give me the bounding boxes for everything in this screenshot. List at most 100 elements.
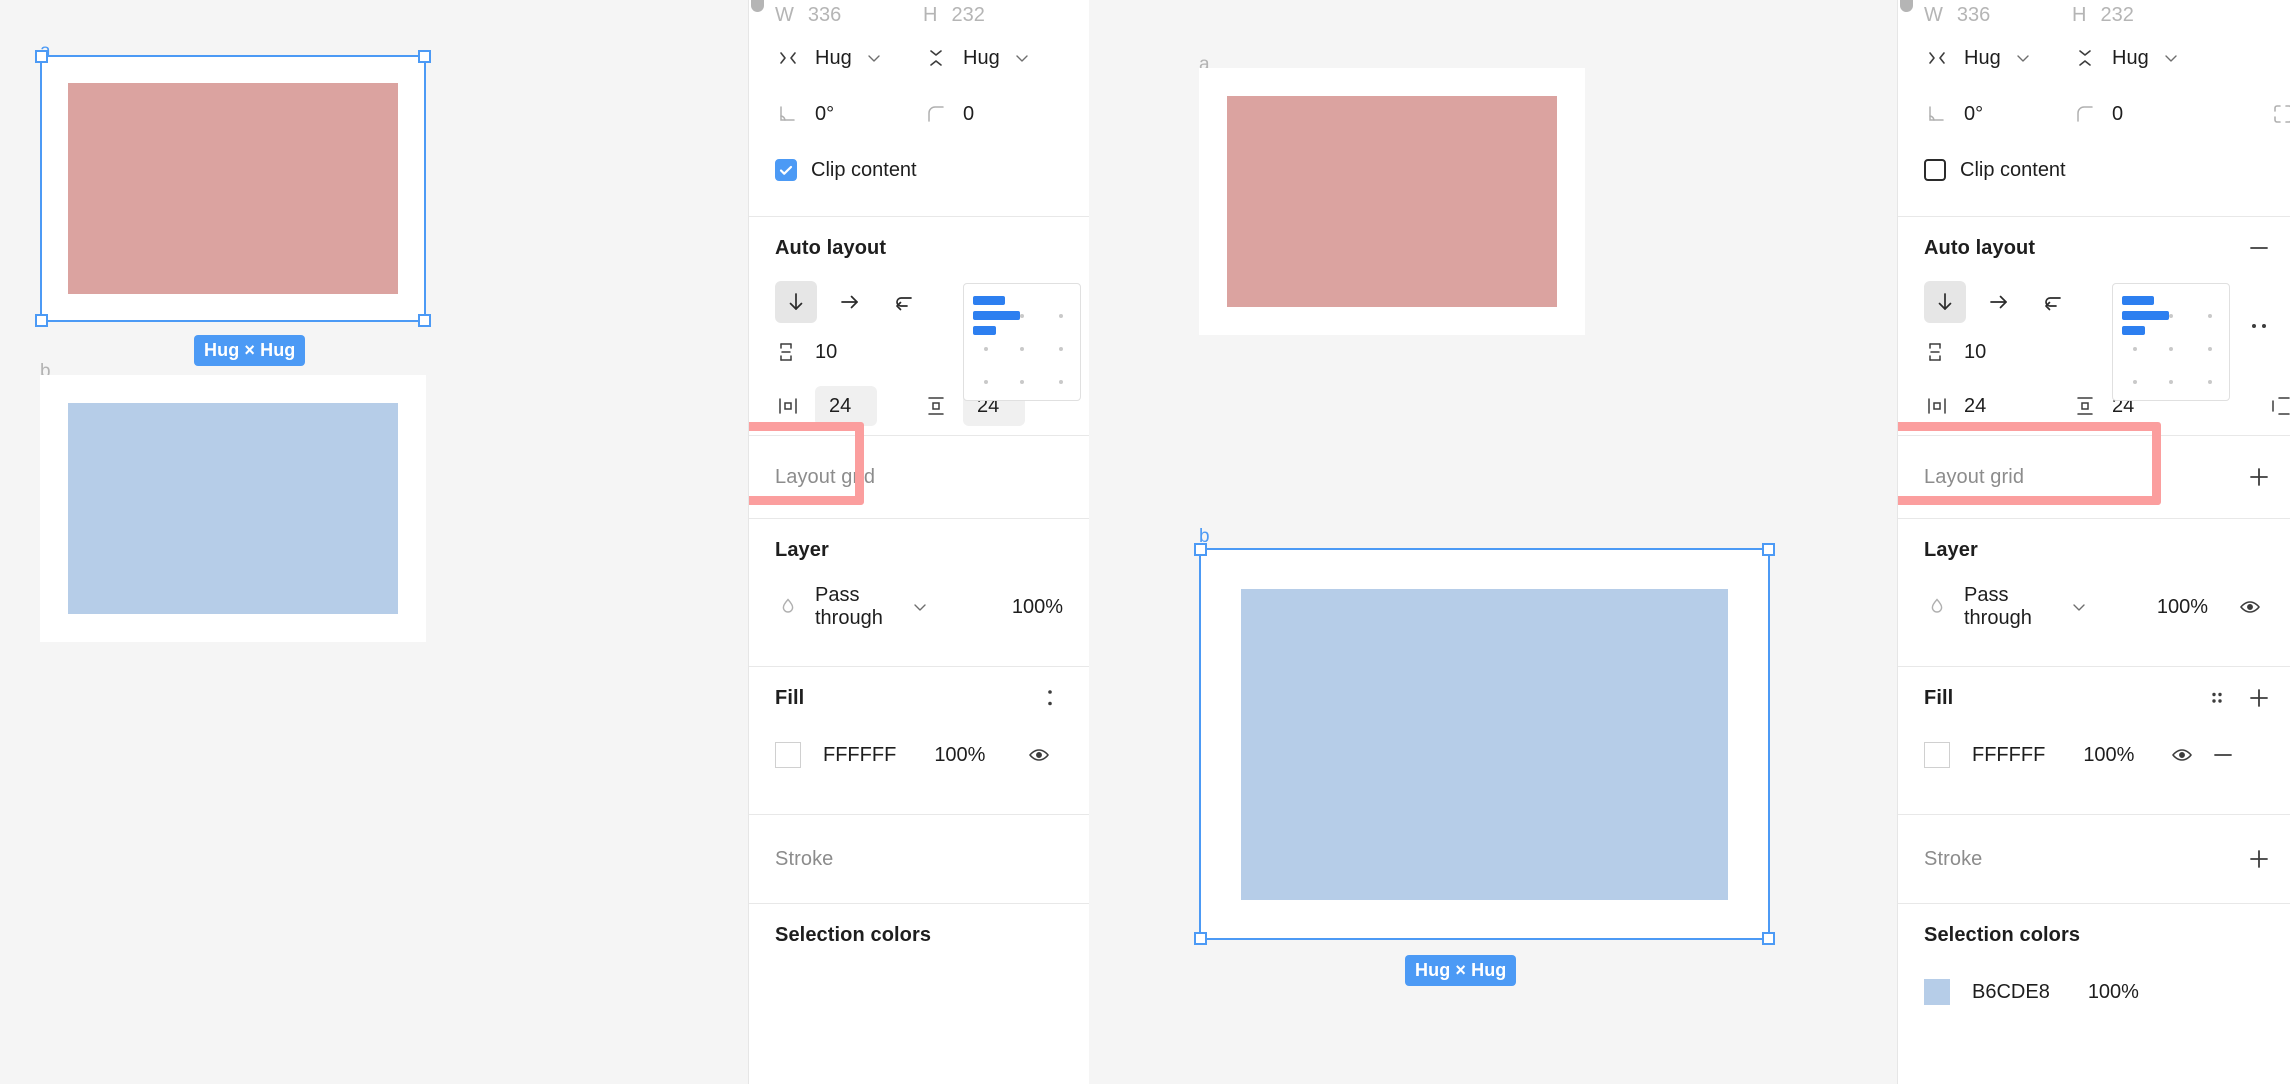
chevron-down-icon-h[interactable] xyxy=(2015,50,2031,66)
rect-blue-left[interactable] xyxy=(68,403,398,614)
vertical-resize-value[interactable]: Hug xyxy=(2112,47,2149,70)
direction-horizontal-button[interactable] xyxy=(1978,281,2020,323)
horizontal-padding-icon xyxy=(1924,393,1950,419)
remove-auto-layout-icon[interactable] xyxy=(2246,235,2272,261)
fill-opacity-value[interactable]: 100% xyxy=(934,744,985,767)
direction-vertical-button[interactable] xyxy=(775,281,817,323)
direction-vertical-button[interactable] xyxy=(1924,281,1966,323)
clip-content-checkbox[interactable] xyxy=(775,159,797,181)
rect-blue-right[interactable] xyxy=(1241,589,1728,900)
individual-padding-icon[interactable] xyxy=(2268,393,2290,419)
fill-styles-grid-icon[interactable] xyxy=(2204,685,2230,711)
remove-fill-icon[interactable] xyxy=(2210,742,2236,768)
vertical-resize-icon xyxy=(2072,45,2098,71)
corner-radius-value[interactable]: 0 xyxy=(2112,103,2123,126)
row-clip-content-right[interactable]: Clip content xyxy=(1924,142,2264,198)
section-fill-right: Fill FFFFFF 100% xyxy=(1898,667,2290,814)
frame-label-b-right[interactable]: b xyxy=(1199,527,1210,546)
horizontal-padding-input[interactable]: 24 xyxy=(1964,395,1986,418)
rotation-icon xyxy=(775,101,801,127)
height-label: H xyxy=(923,3,938,26)
properties-panel-left[interactable]: W 336 H 232 Hug Hug 0° 0 Clip content Au… xyxy=(748,0,1089,1084)
rotation-value[interactable]: 0° xyxy=(1964,103,1983,126)
fill-opacity-value[interactable]: 100% xyxy=(2083,744,2134,767)
row-transform-right: 0° 0 xyxy=(1924,86,2290,142)
frame-b-left[interactable] xyxy=(40,375,426,642)
section-layout-grid-left: Layout grid xyxy=(749,436,1089,518)
selection-color-hex[interactable]: B6CDE8 xyxy=(1972,981,2050,1004)
stroke-title: Stroke xyxy=(1924,847,1983,870)
frame-a-left[interactable] xyxy=(40,55,426,322)
fill-hex-value[interactable]: FFFFFF xyxy=(1972,744,2045,767)
chevron-down-icon-h[interactable] xyxy=(866,50,882,66)
direction-wrap-button[interactable] xyxy=(2032,281,2074,323)
independent-corners-icon[interactable] xyxy=(2270,101,2290,127)
chevron-down-icon-v[interactable] xyxy=(1014,50,1030,66)
chevron-down-icon-blend[interactable] xyxy=(2071,599,2087,615)
fill-title: Fill xyxy=(775,686,805,709)
stroke-title: Stroke xyxy=(775,847,834,870)
row-resizing-left: Hug Hug xyxy=(775,30,1063,86)
fill-hex-value[interactable]: FFFFFF xyxy=(823,744,896,767)
width-value[interactable]: 336 xyxy=(808,4,841,27)
rotation-value[interactable]: 0° xyxy=(815,103,834,126)
selection-color-swatch[interactable] xyxy=(1924,979,1950,1005)
add-stroke-icon[interactable] xyxy=(2246,846,2272,872)
fill-color-swatch[interactable] xyxy=(775,742,801,768)
fill-visibility-eye-icon[interactable] xyxy=(2170,742,2196,768)
layer-opacity-value[interactable]: 100% xyxy=(2157,596,2208,619)
blend-mode-value[interactable]: Pass through xyxy=(1964,584,2059,630)
fill-options-icon[interactable] xyxy=(1037,685,1063,711)
section-layer-right: Layer Pass through 100% xyxy=(1898,519,2290,666)
horizontal-padding-input[interactable]: 24 xyxy=(815,386,877,426)
add-fill-icon[interactable] xyxy=(2246,685,2272,711)
canvas-left[interactable]: a Hug × Hug b xyxy=(0,0,748,1084)
direction-horizontal-button[interactable] xyxy=(829,281,871,323)
width-value[interactable]: 336 xyxy=(1957,4,1990,27)
section-stroke-right: Stroke xyxy=(1898,815,2290,903)
vertical-resize-value[interactable]: Hug xyxy=(963,47,1000,70)
add-layout-grid-icon[interactable] xyxy=(2246,464,2272,490)
blend-mode-value[interactable]: Pass through xyxy=(815,584,900,630)
layer-title: Layer xyxy=(775,538,829,561)
chevron-down-icon-v[interactable] xyxy=(2163,50,2179,66)
section-fill-left: Fill FFFFFF 100% xyxy=(749,667,1089,814)
gap-spacing-icon xyxy=(1924,339,1950,365)
alignment-grid-right[interactable] xyxy=(2112,283,2230,401)
horizontal-resize-value[interactable]: Hug xyxy=(815,47,852,70)
section-auto-layout-right: Auto layout 10 24 24 xyxy=(1898,217,2290,435)
alignment-grid-left[interactable] xyxy=(963,283,1081,401)
rect-pink-right[interactable] xyxy=(1227,96,1557,307)
properties-panel-right[interactable]: W 336 H 232 Hug Hug 0° 0 Clip content Au… xyxy=(1897,0,2290,1084)
row-clip-content-left[interactable]: Clip content xyxy=(775,142,1063,198)
fill-visibility-eye-icon[interactable] xyxy=(1027,742,1053,768)
section-layer-left: Layer Pass through 100% xyxy=(749,519,1089,666)
height-label: H xyxy=(2072,3,2087,26)
selection-color-opacity[interactable]: 100% xyxy=(2088,981,2139,1004)
fill-title: Fill xyxy=(1924,686,1954,709)
corner-radius-value[interactable]: 0 xyxy=(963,103,974,126)
row-size-left: W 336 H 232 xyxy=(775,0,1063,30)
rect-pink-left[interactable] xyxy=(68,83,398,294)
fill-color-swatch[interactable] xyxy=(1924,742,1950,768)
height-value[interactable]: 232 xyxy=(2100,4,2133,27)
section-selection-colors-right: Selection colors B6CDE8 100% xyxy=(1898,904,2290,1018)
section-auto-layout-left: Auto layout 10 24 24 xyxy=(749,217,1089,435)
direction-wrap-button[interactable] xyxy=(883,281,925,323)
gap-value[interactable]: 10 xyxy=(815,341,837,364)
section-size-right: W 336 H 232 Hug Hug 0° 0 Clip content xyxy=(1898,0,2290,216)
row-selection-color-item: B6CDE8 100% xyxy=(1924,966,2264,1018)
horizontal-resize-value[interactable]: Hug xyxy=(1964,47,2001,70)
layer-opacity-value[interactable]: 100% xyxy=(1012,596,1063,619)
canvas-right[interactable]: a b Hug × Hug xyxy=(1089,0,1897,1084)
auto-layout-title: Auto layout xyxy=(1924,236,2036,259)
frame-a-right[interactable] xyxy=(1199,68,1585,335)
auto-layout-more-options-icon[interactable] xyxy=(2246,313,2272,339)
chevron-down-icon-blend[interactable] xyxy=(912,599,928,615)
clip-content-checkbox[interactable] xyxy=(1924,159,1946,181)
gap-value[interactable]: 10 xyxy=(1964,341,1986,364)
layer-visibility-eye-icon[interactable] xyxy=(2238,594,2264,620)
height-value[interactable]: 232 xyxy=(951,4,984,27)
frame-b-right[interactable] xyxy=(1199,548,1770,940)
row-transform-left: 0° 0 xyxy=(775,86,1063,142)
